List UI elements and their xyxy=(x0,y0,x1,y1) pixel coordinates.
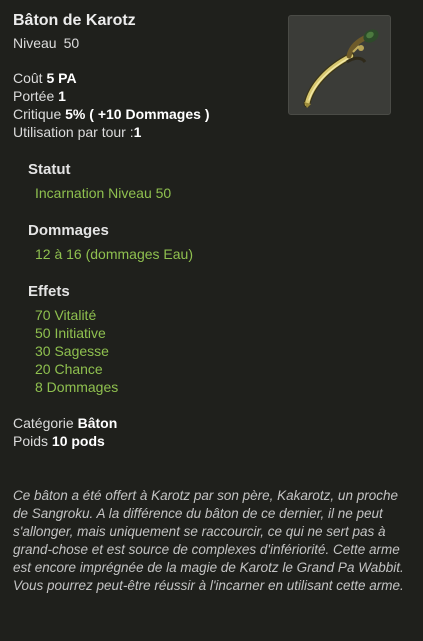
weight-value: 10 pods xyxy=(51,433,105,449)
range-value: 1 xyxy=(58,88,66,104)
effect-item: 30 Sagesse xyxy=(35,343,109,359)
critical-label: Critique xyxy=(13,106,62,122)
item-image xyxy=(288,15,391,115)
item-level: Niveau 50 xyxy=(13,35,79,51)
cost-stat: Coût 5 PA xyxy=(13,70,77,86)
cost-label: Coût xyxy=(13,70,43,86)
item-tooltip: Bâton de Karotz Niveau 50 Coût 5 PA Porté… xyxy=(0,0,423,641)
effect-item: 8 Dommages xyxy=(35,379,119,395)
cost-value: 5 PA xyxy=(46,70,77,86)
damage-title: Dommages xyxy=(28,222,109,239)
item-name: Bâton de Karotz xyxy=(13,12,136,29)
item-description: Ce bâton a été offert à Karotz par son p… xyxy=(13,488,404,593)
damage-value: 12 à 16 (dommages Eau) xyxy=(35,246,193,262)
critical-value: 5% ( +10 Dommages ) xyxy=(65,106,210,122)
status-title: Statut xyxy=(28,161,71,178)
level-label: Niveau xyxy=(13,35,57,51)
weight-label: Poids xyxy=(13,433,49,449)
effect-item: 20 Chance xyxy=(35,361,103,377)
effects-title: Effets xyxy=(28,283,70,300)
category-label: Catégorie xyxy=(13,415,74,431)
staff-icon xyxy=(303,29,379,108)
uses-per-turn-stat: Utilisation par tour :1 xyxy=(13,124,141,140)
critical-stat: Critique 5% ( +10 Dommages ) xyxy=(13,106,209,122)
weight-line: Poids 10 pods xyxy=(13,433,105,449)
effect-item: 50 Initiative xyxy=(35,325,106,341)
level-value: 50 xyxy=(63,35,80,51)
category-value: Bâton xyxy=(77,415,118,431)
range-stat: Portée 1 xyxy=(13,88,66,104)
status-value: Incarnation Niveau 50 xyxy=(35,185,172,201)
uses-value: 1 xyxy=(133,124,142,140)
range-label: Portée xyxy=(13,88,55,104)
uses-label: Utilisation par tour : xyxy=(13,124,134,140)
effect-item: 70 Vitalité xyxy=(35,307,97,323)
category-line: Catégorie Bâton xyxy=(13,415,117,431)
